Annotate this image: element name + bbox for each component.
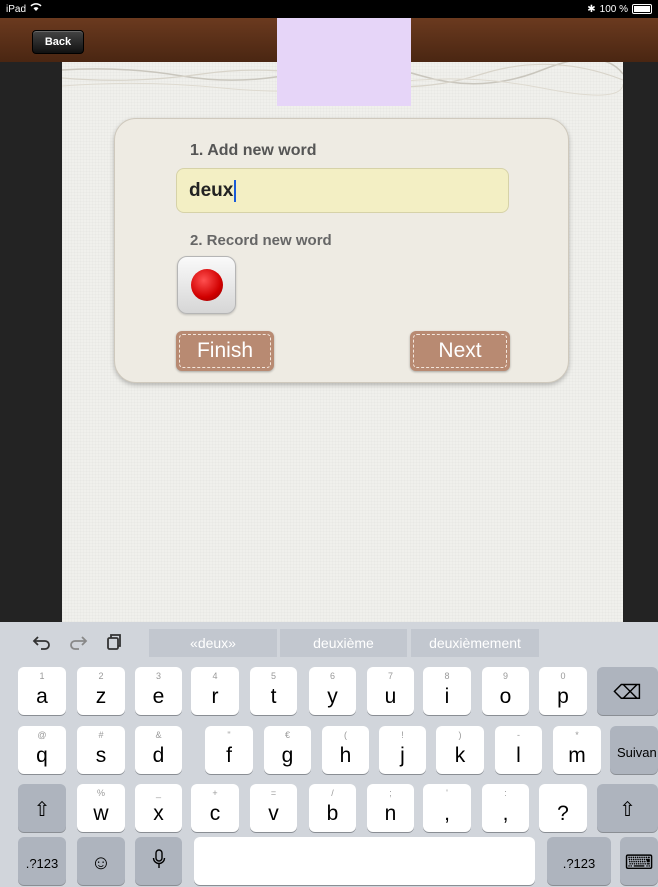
delete-key[interactable]: ⌫	[597, 667, 658, 715]
numbers-key-left[interactable]: .?123	[18, 837, 66, 885]
key-comma-apostrophe[interactable]: ',	[423, 784, 471, 832]
key-t[interactable]: 5t	[250, 667, 297, 715]
key-h[interactable]: (h	[322, 726, 369, 774]
next-label: Next	[438, 339, 482, 362]
status-bar: iPad ✱ 100 %	[0, 0, 658, 18]
numbers-key-right[interactable]: .?123	[547, 837, 611, 885]
key-question[interactable]: ?	[539, 784, 587, 832]
key-comma-colon[interactable]: :,	[482, 784, 529, 832]
key-g[interactable]: € g	[264, 726, 311, 774]
redo-icon[interactable]	[64, 628, 92, 656]
key-i[interactable]: 8i	[423, 667, 471, 715]
key-d[interactable]: & d	[135, 726, 182, 774]
key-k[interactable]: ) k	[436, 726, 484, 774]
return-label: Suivan	[617, 745, 657, 760]
microphone-key[interactable]	[135, 837, 182, 885]
key-c[interactable]: + c	[191, 784, 239, 832]
hide-keyboard-key[interactable]: ⌨	[620, 837, 658, 885]
right-border	[623, 62, 658, 622]
wifi-icon	[30, 3, 42, 15]
key-u[interactable]: 7u	[367, 667, 414, 715]
suggestion-1[interactable]: «deux»	[149, 629, 277, 657]
delete-icon: ⌫	[613, 682, 642, 704]
step1-label: 1. Add new word	[190, 142, 317, 159]
record-icon	[190, 269, 223, 301]
word-input-value: deux	[189, 179, 234, 201]
undo-icon[interactable]	[28, 628, 56, 656]
record-button[interactable]	[177, 256, 236, 314]
key-x[interactable]: _ x	[135, 784, 182, 832]
key-l[interactable]: -l	[495, 726, 542, 774]
text-caret	[234, 179, 237, 202]
key-w[interactable]: % w	[77, 784, 125, 832]
emoji-key[interactable]: ☺	[77, 837, 125, 885]
numbers-label: .?123	[562, 856, 596, 871]
emoji-icon: ☺	[90, 852, 112, 874]
finish-label: Finish	[196, 339, 254, 362]
left-border	[0, 62, 62, 622]
keyboard-hide-icon: ⌨	[624, 852, 654, 874]
suggestion-2[interactable]: deuxième	[280, 629, 407, 657]
key-f[interactable]: " f	[205, 726, 253, 774]
space-bar[interactable]	[194, 837, 535, 885]
key-z[interactable]: 2z	[77, 667, 125, 715]
word-input[interactable]: deux	[176, 168, 509, 213]
finish-button[interactable]: Finish	[176, 331, 274, 371]
key-b[interactable]: / b	[309, 784, 356, 832]
key-e[interactable]: 3e	[135, 667, 182, 715]
battery-icon	[632, 4, 652, 14]
shift-icon: ⇧	[33, 799, 51, 821]
shift-key-right[interactable]: ⇧	[597, 784, 658, 832]
key-v[interactable]: = v	[250, 784, 297, 832]
key-o[interactable]: 9o	[482, 667, 529, 715]
return-key[interactable]: Suivan	[610, 726, 658, 774]
device-label: iPad	[6, 3, 27, 15]
key-p[interactable]: 0p	[539, 667, 587, 715]
key-j[interactable]: ! j	[379, 726, 426, 774]
suggestion-bar: «deux» deuxième deuxièmement	[0, 622, 658, 662]
keyboard: «deux» deuxième deuxièmement 1a 2z 3e 4r…	[0, 622, 658, 887]
suggestion-3[interactable]: deuxièmement	[411, 629, 539, 657]
key-r[interactable]: 4r	[191, 667, 239, 715]
key-y[interactable]: 6y	[309, 667, 356, 715]
key-m[interactable]: * m	[553, 726, 601, 774]
key-a[interactable]: 1a	[18, 667, 66, 715]
key-n[interactable]: ; n	[367, 784, 414, 832]
paste-icon[interactable]	[100, 628, 128, 656]
next-button[interactable]: Next	[410, 331, 510, 371]
key-s[interactable]: # s	[77, 726, 125, 774]
key-q[interactable]: @ q	[18, 726, 66, 774]
bluetooth-icon: ✱	[587, 3, 596, 15]
shift-key-left[interactable]: ⇧	[18, 784, 66, 832]
microphone-icon	[135, 849, 182, 875]
back-button[interactable]: Back	[32, 30, 84, 54]
step2-label: 2. Record new word	[190, 232, 332, 249]
battery-label: 100 %	[599, 3, 628, 15]
numbers-label: .?123	[25, 856, 59, 871]
shift-icon: ⇧	[619, 799, 636, 821]
